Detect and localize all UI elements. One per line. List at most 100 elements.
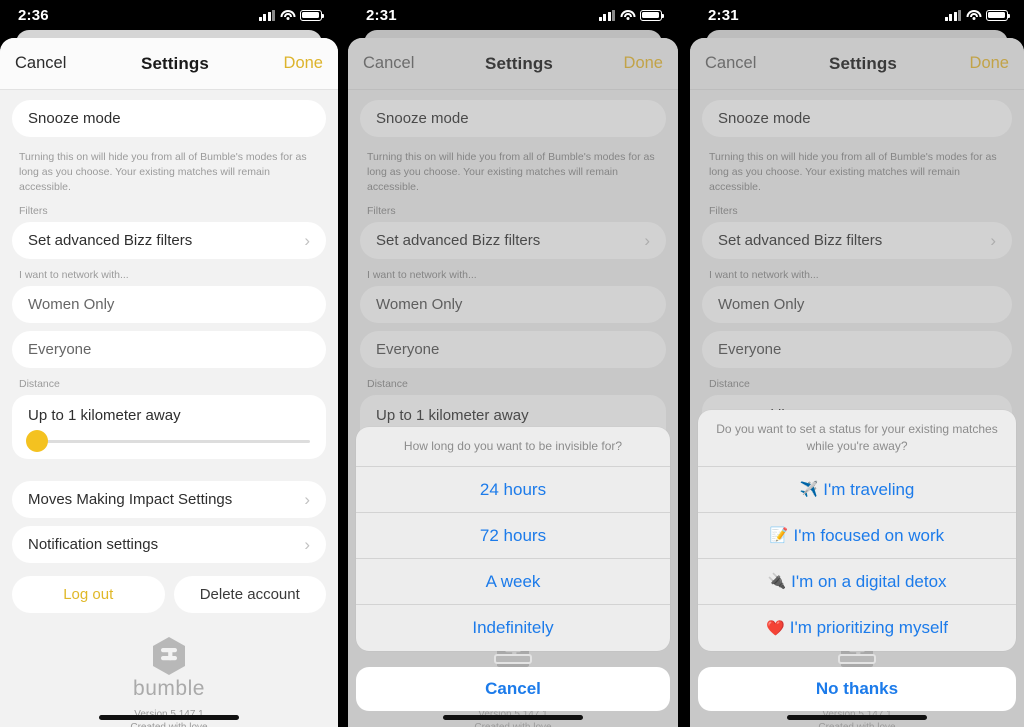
section-label-network-with: I want to network with... [19,268,129,281]
distance-value-label: Up to 1 kilometer away [376,406,529,424]
notification-settings-row[interactable]: Notification settings › [12,525,326,563]
modal-navbar: Cancel Settings Done [348,38,678,90]
advanced-bizz-filters-row[interactable]: Set advanced Bizz filters › [702,221,1012,259]
sheet-option-indefinitely[interactable]: Indefinitely [356,605,670,651]
distance-value-label: Up to 1 kilometer away [28,406,181,424]
snooze-mode-row[interactable]: Snooze mode [360,100,666,137]
advanced-bizz-filters-row[interactable]: Set advanced Bizz filters › [12,221,326,259]
battery-icon [986,9,1010,21]
network-option-label: Everyone [376,340,440,358]
created-with-love: Created with love [702,721,1012,727]
network-option-women-only[interactable]: Women Only [360,285,666,323]
created-with-love: Created with love [12,721,326,727]
snooze-mode-label: Snooze mode [718,110,811,127]
status-bar: 2:36 [0,0,338,30]
cancel-button[interactable]: Cancel [363,54,414,73]
status-bar-icons [598,9,664,21]
network-option-everyone[interactable]: Everyone [360,330,666,368]
section-label-distance: Distance [367,377,408,390]
network-option-women-only[interactable]: Women Only [12,285,326,323]
heart-icon: ❤️ [766,619,785,637]
status-bar-clock: 2:36 [18,6,49,24]
cellular-bars-icon [944,9,961,21]
section-label-filters: Filters [19,204,48,217]
network-option-everyone[interactable]: Everyone [702,330,1012,368]
done-button[interactable]: Done [624,54,663,73]
snooze-mode-row[interactable]: Snooze mode [12,100,326,137]
log-out-button[interactable]: Log out [12,575,165,613]
sheet-option-72-hours[interactable]: 72 hours [356,513,670,559]
network-option-women-only[interactable]: Women Only [702,285,1012,323]
sheet-drag-handle[interactable] [494,654,532,664]
sheet-option-digital-detox[interactable]: 🔌 I'm on a digital detox [698,559,1016,605]
done-button[interactable]: Done [970,54,1009,73]
page-title: Settings [829,53,897,73]
panel-divider [678,0,690,727]
moves-making-impact-row[interactable]: Moves Making Impact Settings › [12,480,326,518]
snooze-mode-label: Snooze mode [28,110,121,127]
network-option-label: Everyone [28,340,92,358]
sheet-option-focused-on-work[interactable]: 📝 I'm focused on work [698,513,1016,559]
sheet-option-label: 24 hours [479,479,547,499]
snooze-mode-label: Snooze mode [376,110,469,127]
status-bar-icons [258,9,324,21]
cancel-button[interactable]: Cancel [705,54,756,73]
snooze-mode-help-text: Turning this on will hide you from all o… [367,151,655,193]
chevron-right-icon: › [304,489,310,509]
home-indicator [99,715,239,720]
three-phone-screenshot-stage: 2:36 Cancel Settings Done Snooze mode Tu… [0,0,1024,727]
sheet-no-thanks-button[interactable]: No thanks [698,667,1016,711]
distance-slider-track[interactable] [26,430,310,453]
section-label-network-with: I want to network with... [367,268,477,281]
notification-settings-label: Notification settings [28,535,159,553]
delete-account-button[interactable]: Delete account [173,575,326,613]
network-option-everyone[interactable]: Everyone [12,330,326,368]
action-sheet-title: How long do you want to be invisible for… [356,427,670,467]
snooze-mode-help-text: Turning this on will hide you from all o… [19,151,307,193]
sheet-option-label: A week [485,571,541,591]
sheet-option-a-week[interactable]: A week [356,559,670,605]
sheet-cancel-button[interactable]: Cancel [356,667,670,711]
distance-slider-card[interactable]: Up to 1 kilometer away [12,394,326,459]
wifi-icon [620,9,635,21]
action-sheet-options-group: Do you want to set a status for your exi… [698,410,1016,651]
section-label-filters: Filters [367,204,396,217]
snooze-duration-action-sheet[interactable]: How long do you want to be invisible for… [356,427,670,711]
sheet-drag-handle[interactable] [838,654,876,664]
sheet-option-24-hours[interactable]: 24 hours [356,467,670,513]
memo-icon: 📝 [769,527,789,544]
wifi-icon [966,9,981,21]
home-indicator [787,715,927,720]
page-title: Settings [141,53,209,73]
sheet-option-traveling[interactable]: ✈️ I'm traveling [698,467,1016,513]
distance-slider-knob[interactable] [26,430,48,453]
status-bar: 2:31 [348,0,678,30]
sheet-option-label: I'm prioritizing myself [789,618,948,637]
status-bar: 2:31 [690,0,1024,30]
away-status-action-sheet[interactable]: Do you want to set a status for your exi… [698,410,1016,711]
section-label-distance: Distance [19,377,60,390]
section-label-filters: Filters [709,204,738,217]
settings-scroll-area[interactable]: Snooze mode Turning this on will hide yo… [0,90,338,727]
cellular-bars-icon [598,9,615,21]
section-label-network-with: I want to network with... [709,268,819,281]
advanced-bizz-filters-label: Set advanced Bizz filters [718,231,883,249]
advanced-bizz-filters-row[interactable]: Set advanced Bizz filters › [360,221,666,259]
network-option-label: Everyone [718,340,782,358]
phone-panel-settings: 2:36 Cancel Settings Done Snooze mode Tu… [0,0,338,727]
home-indicator [443,715,583,720]
cancel-button[interactable]: Cancel [15,54,66,73]
sheet-option-prioritizing-myself[interactable]: ❤️ I'm prioritizing myself [698,605,1016,651]
brand-footer: bumble Version 5.147.1 Created with love [12,613,326,727]
snooze-mode-row[interactable]: Snooze mode [702,100,1012,137]
moves-making-impact-label: Moves Making Impact Settings [28,490,233,508]
sheet-option-label: I'm on a digital detox [791,571,947,591]
action-sheet-options-group: How long do you want to be invisible for… [356,427,670,651]
sheet-option-label: I'm traveling [823,479,915,499]
panel-divider [338,0,348,727]
chevron-right-icon: › [644,230,650,250]
chevron-right-icon: › [304,230,310,250]
action-sheet-title: Do you want to set a status for your exi… [698,410,1016,467]
done-button[interactable]: Done [284,54,323,73]
